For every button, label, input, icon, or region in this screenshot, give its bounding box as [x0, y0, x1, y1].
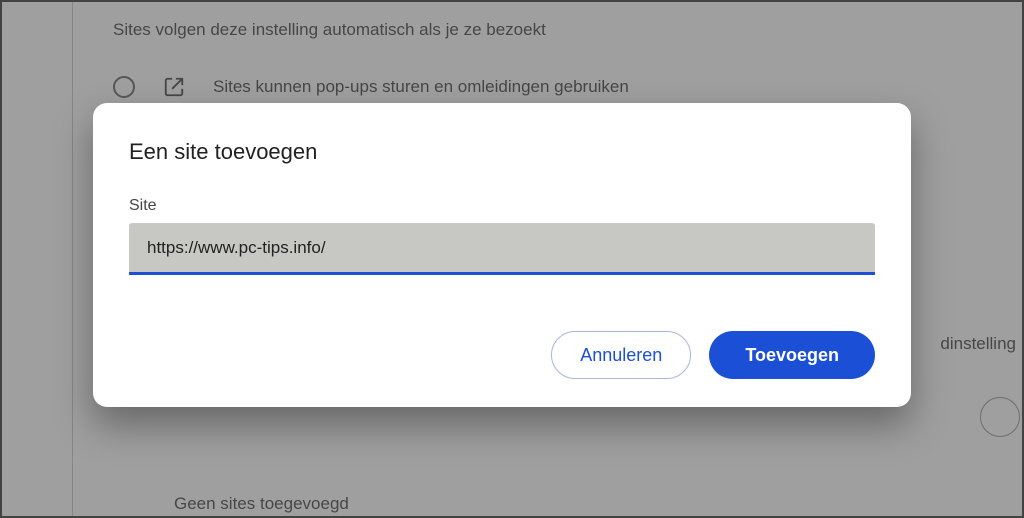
cancel-button[interactable]: Annuleren — [551, 331, 691, 379]
site-field-label: Site — [129, 197, 875, 215]
site-url-input[interactable] — [129, 223, 875, 275]
dialog-title: Een site toevoegen — [129, 139, 875, 165]
add-button[interactable]: Toevoegen — [709, 331, 875, 379]
dialog-actions: Annuleren Toevoegen — [129, 331, 875, 379]
add-site-dialog: Een site toevoegen Site Annuleren Toevoe… — [93, 103, 911, 407]
